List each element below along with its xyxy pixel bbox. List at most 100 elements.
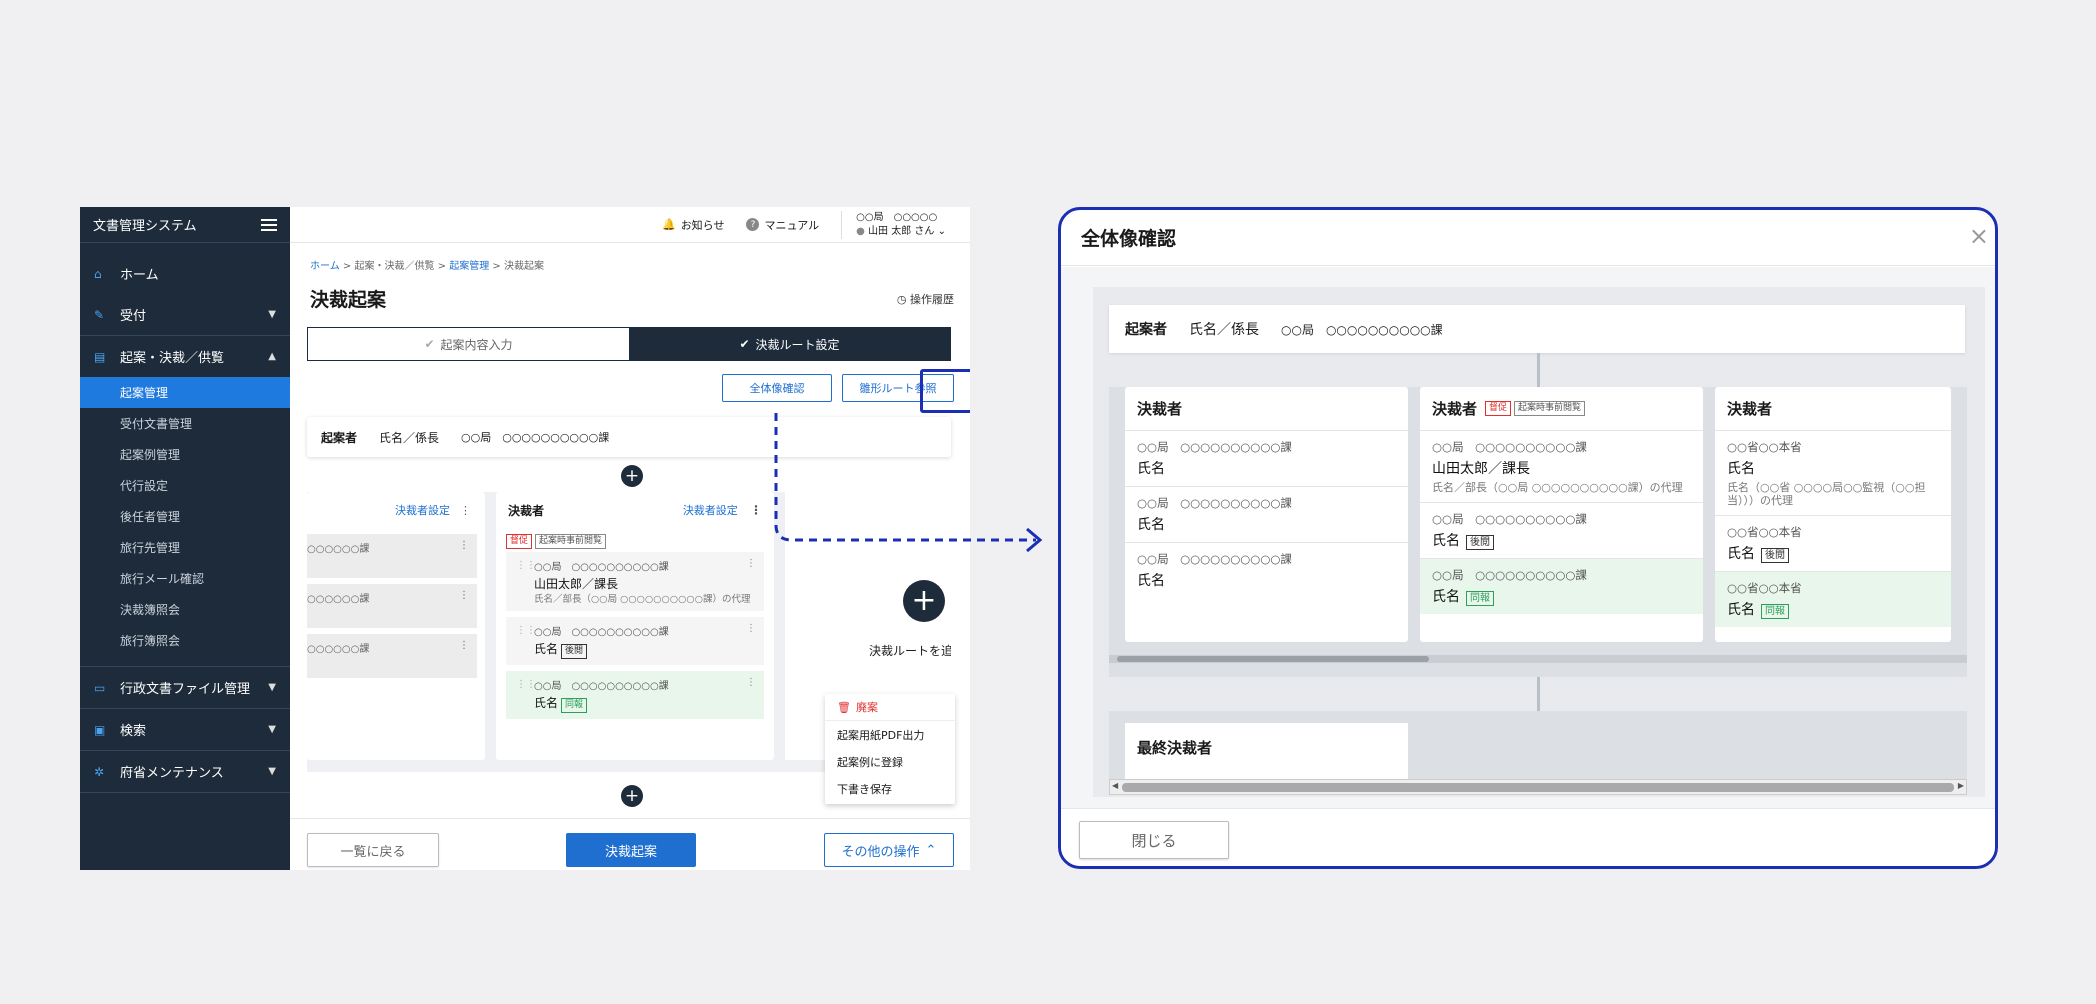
approver-card[interactable]: ⋮⋮ ⋮ ○○局 ○○○○○○○○○○課 氏名 同報 [506, 671, 764, 719]
more-icon[interactable]: ⋮ [746, 623, 756, 634]
more-icon[interactable]: ⋮ [459, 590, 469, 622]
modal-body: 起案者 氏名／係長 ○○局 ○○○○○○○○○○課 決裁者 ○○局 ○○○○○○… [1061, 267, 1995, 817]
approver-name: 氏名 [1432, 533, 1460, 549]
sidebar-item-search[interactable]: ▣ 検索 ▼ [80, 709, 290, 750]
scroll-right-icon[interactable]: ▶ [1958, 781, 1964, 790]
scrollbar-thumb[interactable] [1122, 783, 1954, 792]
approver-settings-link[interactable]: 決裁者設定 [683, 504, 738, 517]
sidebar-item-file-management[interactable]: ▭ 行政文書ファイル管理 ▼ [80, 667, 290, 708]
sidebar-subitem[interactable]: 旅行メール確認 [80, 563, 290, 594]
approver-settings-link[interactable]: 決裁者設定 [395, 502, 450, 518]
sidebar-subitem[interactable]: 旅行簿照会 [80, 625, 290, 656]
sidebar-subitem-draft-management[interactable]: 起案管理 [80, 377, 290, 408]
cc-tag: 同報 [1761, 604, 1789, 619]
document-icon: ▤ [94, 349, 106, 364]
chevron-down-icon: ▼ [268, 309, 276, 320]
manual-link[interactable]: ? マニュアル [746, 217, 819, 233]
hamburger-menu-icon[interactable] [261, 218, 277, 231]
inbox-icon: ▭ [94, 680, 106, 695]
approver-org: ○○○○○○課 [307, 594, 370, 605]
page-title: 決裁起案 [310, 289, 387, 311]
sidebar-item-reception[interactable]: ✎ 受付 ▼ [80, 294, 290, 335]
notice-label: お知らせ [680, 218, 725, 232]
approver-columns: 決裁者 ○○局 ○○○○○○○○○○課 氏名 ○○局 ○○○○○○○○○○課 氏名 … [1109, 387, 1967, 677]
menu-item-pdf[interactable]: 起案用紙PDF出力 [825, 721, 955, 748]
history-link[interactable]: ◷ 操作履歴 [897, 291, 954, 307]
breadcrumb-home[interactable]: ホーム [310, 261, 340, 272]
chevron-up-icon: ⌃ [925, 842, 937, 858]
sidebar-subitem[interactable]: 後任者管理 [80, 501, 290, 532]
top-bar: 🔔 お知らせ ? マニュアル ○○局 ○○○○○ ● 山田 太郎 さん ⌄ [290, 207, 970, 243]
approver-name: 山田太郎／課長 [1432, 461, 1530, 477]
tab-route-setting[interactable]: ✔ 決裁ルート設定 [629, 328, 950, 360]
approver-name: 氏名 [534, 642, 559, 656]
approver-card: ○○省○○本省 氏名 氏名（○○省 ○○○○局○○監視（○○担当）））の代理 [1715, 431, 1951, 516]
sidebar-item-home[interactable]: ⌂ ホーム [80, 253, 290, 294]
sidebar-subitem[interactable]: 代行設定 [80, 470, 290, 501]
add-step-icon[interactable]: + [621, 465, 643, 487]
more-icon[interactable]: ⋮ [460, 504, 471, 517]
step-tabs: ✔ 起案内容入力 ✔ 決裁ルート設定 [307, 327, 951, 361]
scroll-left-icon[interactable]: ◀ [1112, 781, 1118, 790]
overview-button[interactable]: 全体像確認 [722, 374, 832, 402]
more-icon[interactable]: ⋮ [459, 540, 469, 572]
other-actions-button[interactable]: その他の操作 ⌃ [824, 833, 954, 867]
add-step-icon[interactable]: + [621, 785, 643, 807]
more-icon[interactable]: ⋮ [746, 677, 756, 688]
notice-link[interactable]: 🔔 お知らせ [662, 217, 724, 233]
approver-column: 決裁者 ○○省○○本省 氏名 氏名（○○省 ○○○○局○○監視（○○担当）））の代理… [1715, 387, 1951, 642]
approver-card[interactable]: ○○○○○○課 ⋮ [307, 634, 477, 678]
approver-column: 決裁者 決裁者設定 ⋮ 督促 起案時事前閲覧 ⋮⋮ ⋮ ○○局 ○○○○○○○○○○… [496, 492, 774, 760]
overview-modal: 全体像確認 × 起案者 氏名／係長 ○○局 ○○○○○○○○○○課 決裁者 ○○… [1058, 207, 1998, 869]
submit-button[interactable]: 決裁起案 [566, 833, 696, 867]
horizontal-scrollbar[interactable]: ◀ ▶ [1109, 779, 1967, 795]
tab-content-input[interactable]: ✔ 起案内容入力 [308, 328, 629, 360]
tab-label: 決裁ルート設定 [755, 337, 840, 352]
approver-org: ○○局 ○○○○○○○○○○課 [534, 681, 669, 692]
approver-card[interactable]: ○○○○○○課 ⋮ [307, 534, 477, 578]
approver-name: 氏名 [1432, 589, 1460, 605]
sidebar-subitem[interactable]: 起案例管理 [80, 439, 290, 470]
breadcrumb-level3[interactable]: 起案管理 [449, 261, 489, 272]
more-icon[interactable]: ⋮ [746, 558, 756, 569]
drag-handle-icon[interactable]: ⋮⋮ [516, 560, 536, 571]
proxy-note: 氏名／部長（○○局 ○○○○○○○○○○課）の代理 [1432, 481, 1683, 494]
drag-handle-icon[interactable]: ⋮⋮ [516, 679, 536, 690]
sidebar-subitem[interactable]: 受付文書管理 [80, 408, 290, 439]
approver-card: ○○局 ○○○○○○○○○○課 氏名 [1125, 431, 1408, 487]
back-button[interactable]: 一覧に戻る [307, 833, 439, 867]
approver-name: 氏名 [1727, 602, 1755, 618]
menu-item-save-draft[interactable]: 下書き保存 [825, 775, 955, 802]
post-review-tag: 後閲 [561, 644, 588, 659]
scrollbar-thumb[interactable] [1117, 656, 1429, 662]
approver-card[interactable]: ⋮⋮ ⋮ ○○局 ○○○○○○○○○○課 山田太郎／課長 氏名／部長（○○局 ○○… [506, 552, 764, 611]
approver-org: ○○局 ○○○○○○○○○○課 [1137, 496, 1292, 510]
sidebar-subitem[interactable]: 旅行先管理 [80, 532, 290, 563]
add-route-icon[interactable]: + [903, 580, 945, 622]
breadcrumb-current: 決裁起案 [503, 261, 544, 272]
check-circle-icon: ✔ [424, 337, 435, 351]
more-icon[interactable]: ⋮ [459, 640, 469, 672]
approver-name: 氏名 [1137, 573, 1165, 589]
approver-name: 氏名 [1137, 461, 1165, 477]
more-icon[interactable]: ⋮ [750, 503, 762, 517]
horizontal-scrollbar[interactable] [1109, 655, 1967, 663]
close-button[interactable]: 閉じる [1079, 821, 1229, 859]
user-menu[interactable]: ○○局 ○○○○○ ● 山田 太郎 さん ⌄ [841, 210, 946, 239]
approver-org: ○○省○○本省 [1727, 525, 1802, 539]
menu-item-register[interactable]: 起案例に登録 [825, 748, 955, 775]
approver-card[interactable]: ○○○○○○課 ⋮ [307, 584, 477, 628]
close-icon[interactable]: × [1969, 222, 1989, 250]
approver-org: ○○局 ○○○○○○○○○○課 [1137, 552, 1292, 566]
approver-card: ○○局 ○○○○○○○○○○課 氏名 同報 [1420, 559, 1703, 614]
footer-bar: 一覧に戻る 決裁起案 その他の操作 ⌃ [290, 818, 970, 870]
approver-org: ○○省○○本省 [1727, 440, 1802, 454]
drag-handle-icon[interactable]: ⋮⋮ [516, 625, 536, 636]
final-approver-area: 最終決裁者 [1109, 711, 1967, 779]
menu-item-discard[interactable]: 🗑 廃案 [825, 694, 955, 721]
sidebar-item-drafting[interactable]: ▤ 起案・決裁／供覧 ▲ [80, 336, 290, 377]
sidebar-item-maintenance[interactable]: ✲ 府省メンテナンス ▼ [80, 751, 290, 792]
sidebar-subitem[interactable]: 決裁簿照会 [80, 594, 290, 625]
chevron-down-icon: ⌄ [937, 225, 946, 237]
approver-card[interactable]: ⋮⋮ ⋮ ○○局 ○○○○○○○○○○課 氏名 後閲 [506, 617, 764, 665]
